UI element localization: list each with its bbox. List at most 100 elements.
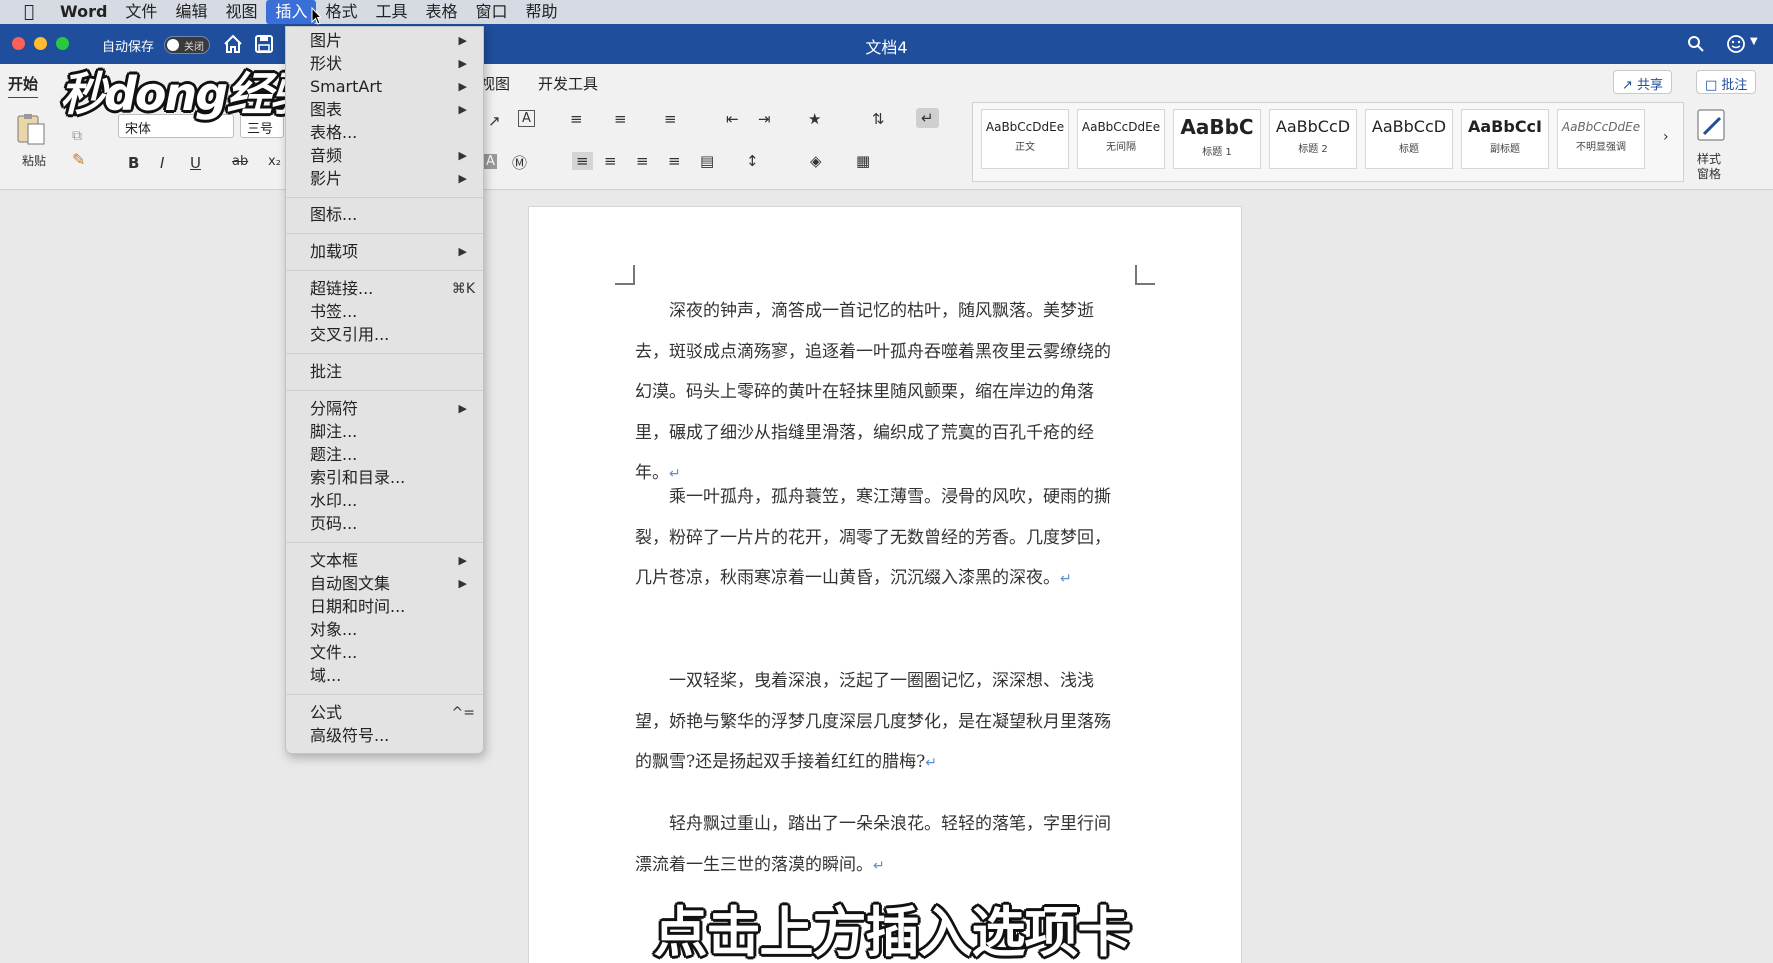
paragraph-4[interactable]: 轻舟飘过重山，踏出了一朵朵浪花。轻轻的落笔，字里行间漂流着一生三世的落漠的瞬间。…	[635, 804, 1125, 886]
menu-item-cross-reference[interactable]: 交叉引用...	[310, 324, 475, 346]
chevron-right-icon[interactable]: ›	[1663, 129, 1669, 145]
style-normal[interactable]: AaBbCcDdEe 正文	[981, 109, 1069, 169]
submenu-arrow-icon: ▶	[458, 402, 467, 415]
numbering-icon[interactable]: ≡	[614, 110, 627, 128]
apple-icon[interactable]: 	[0, 2, 58, 22]
submenu-arrow-icon: ▶	[458, 57, 467, 70]
paragraph-3[interactable]: 一双轻桨，曳着深浪，泛起了一圈圈记忆，深深想、浅浅望，娇艳与繁华的浮梦几度深层几…	[635, 661, 1125, 784]
menu-item-icons[interactable]: 图标...	[310, 204, 475, 226]
menu-item-label: SmartArt	[310, 77, 383, 96]
char-border-icon[interactable]: A	[518, 110, 535, 127]
bold-icon[interactable]: B	[128, 154, 139, 172]
menu-window[interactable]: 窗口	[467, 0, 517, 24]
menu-item-smartart[interactable]: SmartArt ▶	[310, 76, 475, 98]
style-subtle-emphasis[interactable]: AaBbCcDdEe 不明显强调	[1557, 109, 1645, 169]
align-center-icon[interactable]: ≡	[604, 152, 617, 170]
tab-home[interactable]: 开始	[8, 73, 39, 99]
menu-help[interactable]: 帮助	[517, 0, 567, 24]
search-icon[interactable]	[1687, 35, 1705, 53]
chinese-layout-icon[interactable]: ★	[808, 110, 821, 128]
show-marks-icon[interactable]: ↵	[916, 108, 939, 128]
align-left-icon[interactable]: ≡	[572, 152, 593, 170]
paste-icon[interactable]	[14, 112, 46, 146]
style-sample: AaBbCcD	[1275, 117, 1351, 136]
shortcut-label: ^=	[451, 705, 475, 721]
document-page[interactable]: 深夜的钟声，滴答成一首记忆的枯叶，随风飘落。美梦逝去，斑驳成点滴殇寥，追逐着一叶…	[528, 206, 1242, 963]
menu-view[interactable]: 视图	[216, 0, 266, 24]
menu-item-table[interactable]: 表格...	[310, 122, 475, 144]
menu-item-shapes[interactable]: 形状 ▶	[310, 53, 475, 75]
underline-icon[interactable]: U	[190, 154, 201, 172]
menu-format[interactable]: 格式	[316, 0, 366, 24]
justify-icon[interactable]: ≡	[668, 152, 681, 170]
menu-item-object[interactable]: 对象...	[310, 619, 475, 641]
menu-item-advanced-symbol[interactable]: 高级符号...	[310, 725, 475, 747]
share-button[interactable]: ↗ 共享	[1613, 70, 1673, 94]
format-painter-icon[interactable]: ✎	[72, 150, 85, 169]
style-heading-1[interactable]: AaBbC 标题 1	[1173, 109, 1261, 169]
menu-item-footnote[interactable]: 脚注...	[310, 421, 475, 443]
decrease-indent-icon[interactable]: ⇤	[726, 110, 739, 128]
increase-indent-icon[interactable]: ⇥	[758, 110, 771, 128]
menu-item-file[interactable]: 文件...	[310, 642, 475, 664]
menu-tools[interactable]: 工具	[367, 0, 417, 24]
menu-insert[interactable]: 插入	[266, 0, 317, 24]
style-heading-2[interactable]: AaBbCcD 标题 2	[1269, 109, 1357, 169]
tab-view[interactable]: 视图	[480, 73, 510, 94]
comments-button[interactable]: □ 批注	[1696, 70, 1757, 94]
copy-icon[interactable]: ⧉	[72, 128, 82, 144]
menu-word[interactable]: Word	[58, 0, 116, 24]
multilevel-list-icon[interactable]: ≡	[664, 110, 677, 128]
menu-item-index-toc[interactable]: 索引和目录...	[310, 467, 475, 489]
style-sample: AaBbCcDdEe	[1561, 120, 1641, 134]
style-no-spacing[interactable]: AaBbCcDdEe 无间隔	[1077, 109, 1165, 169]
menu-item-audio[interactable]: 音频 ▶	[310, 145, 475, 167]
menu-table[interactable]: 表格	[417, 0, 467, 24]
styles-pane-icon[interactable]	[1694, 108, 1730, 142]
watermark-logo: 秒dong经验	[60, 67, 316, 121]
shading-icon[interactable]: ◈	[810, 152, 822, 170]
menu-item-comment[interactable]: 批注	[310, 361, 475, 383]
video-subtitle: 点击上方插入选项卡	[653, 901, 1132, 963]
style-title[interactable]: AaBbCcD 标题	[1365, 109, 1453, 169]
menu-edit[interactable]: 编辑	[166, 0, 216, 24]
char-shading-icon[interactable]: A	[484, 154, 497, 169]
style-sample: AaBbCcI	[1467, 117, 1542, 136]
bullets-icon[interactable]: ≡	[570, 110, 583, 128]
menu-item-text-box[interactable]: 文本框 ▶	[310, 550, 475, 572]
menu-item-field[interactable]: 域...	[310, 665, 475, 687]
menu-item-add-ins[interactable]: 加载项 ▶	[310, 241, 475, 263]
italic-icon[interactable]: I	[160, 154, 164, 172]
menu-item-caption[interactable]: 题注...	[310, 444, 475, 466]
menu-item-bookmark[interactable]: 书签...	[310, 301, 475, 323]
clear-format-icon[interactable]: ↗	[488, 112, 501, 130]
style-subtitle[interactable]: AaBbCcI 副标题	[1461, 109, 1549, 169]
menu-item-watermark[interactable]: 水印...	[310, 490, 475, 512]
menu-item-autotext[interactable]: 自动图文集 ▶	[310, 573, 475, 595]
smiley-feedback-icon[interactable]	[1726, 34, 1746, 54]
menu-item-date-time[interactable]: 日期和时间...	[310, 596, 475, 618]
menu-item-break[interactable]: 分隔符 ▶	[310, 398, 475, 420]
menu-item-page-numbers[interactable]: 页码...	[310, 513, 475, 535]
paragraph-1[interactable]: 深夜的钟声，滴答成一首记忆的枯叶，随风飘落。美梦逝去，斑驳成点滴殇寥，追逐着一叶…	[635, 291, 1125, 495]
menu-file[interactable]: 文件	[116, 0, 166, 24]
align-right-icon[interactable]: ≡	[636, 152, 649, 170]
borders-icon[interactable]: ▦	[856, 152, 870, 170]
menu-item-hyperlink[interactable]: 超链接... ⌘K	[310, 278, 475, 300]
enclose-char-icon[interactable]: Ⓜ	[512, 152, 527, 173]
strikethrough-icon[interactable]: ab	[232, 154, 248, 169]
menu-item-equation[interactable]: 公式 ^=	[310, 702, 475, 724]
paragraph-2[interactable]: 乘一叶孤舟，孤舟蓑笠，寒江薄雪。浸骨的风吹，硬雨的撕裂，粉碎了一片片的花开，凋零…	[635, 477, 1125, 600]
menu-item-chart[interactable]: 图表 ▶	[310, 99, 475, 121]
menu-item-label: 页码...	[310, 514, 358, 533]
distribute-icon[interactable]: ▤	[700, 152, 714, 170]
line-spacing-icon[interactable]: ↕	[746, 152, 759, 170]
menu-item-picture[interactable]: 图片 ▶	[310, 30, 475, 52]
tab-developer[interactable]: 开发工具	[538, 73, 598, 94]
subscript-icon[interactable]: x₂	[268, 154, 281, 169]
chevron-down-icon[interactable]: ▼	[1750, 36, 1758, 47]
sort-icon[interactable]: ⇅	[872, 110, 885, 128]
font-size-value: 三号	[247, 122, 274, 137]
style-name: 标题	[1399, 144, 1419, 155]
menu-item-movie[interactable]: 影片 ▶	[310, 168, 475, 190]
